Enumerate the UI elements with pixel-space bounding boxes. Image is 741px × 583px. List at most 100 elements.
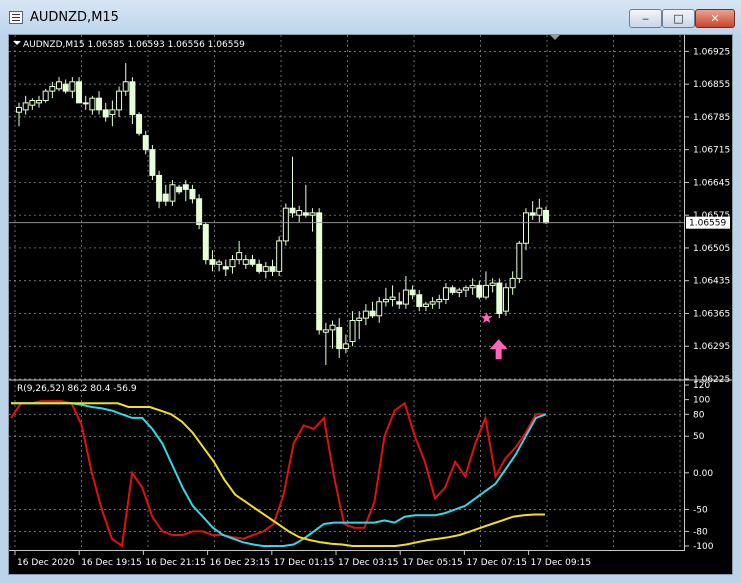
candle-bull [16,107,22,113]
time-tick-label: 17 Dec 03:15 [338,558,399,568]
candle-bull [309,212,316,216]
candle-bull [482,284,489,298]
price-panel-header: AUDNZD,M15 1.06585 1.06593 1.06556 1.065… [23,40,245,50]
candle-bull [49,85,56,92]
candle-bull [89,97,96,111]
price-tick-label: 1.06715 [693,146,730,156]
candle-bull [82,102,89,105]
candle-bull [442,287,449,300]
candle-bear [476,284,483,298]
candle-bear [409,289,416,296]
price-axis: 1.06925 1.06855 1.06785 1.06715 1.06645 1.065… [685,47,730,385]
window-title: AUDNZD,M15 [30,10,119,25]
candle-bull [329,324,336,331]
candle-bear [136,114,143,134]
oscillator-tick-label: 0.00 [693,469,713,479]
candle-bear [196,198,203,226]
oscillator-tick-label: 50 [693,432,705,442]
candle-bear [162,193,169,202]
candle-bull [376,301,383,317]
price-tick-label: 1.06505 [693,244,730,254]
candle-bull [469,284,476,289]
candle-bull [42,90,49,102]
app-window-icon[interactable] [9,11,23,24]
time-tick-label: 16 Dec 2020 [17,558,75,568]
candle-bull [276,240,283,272]
candle-bear [182,184,189,190]
candle-bear [149,149,156,176]
candle-bear [102,109,109,118]
time-tick-label: 17 Dec 05:15 [402,558,463,568]
window-titlebar[interactable]: AUDNZD,M15 ‒ □ ✕ [0,0,741,36]
candle-bear [129,81,136,116]
candle-bear [176,186,183,193]
price-tick-label: 1.06925 [693,47,730,57]
time-axis: 16 Dec 2020 16 Dec 19:15 16 Dec 21:15 16 De… [14,550,591,568]
candle-bull [36,100,43,104]
candle-bear [202,224,209,261]
candle-bear [142,135,149,151]
candle-bull [236,252,243,261]
time-tick-label: 17 Dec 01:15 [274,558,335,568]
signal-markers [480,312,508,360]
candle-bear [529,212,536,216]
price-tick-label: 1.06295 [693,342,730,352]
candle-bull [536,207,543,216]
candle-bull [436,298,443,303]
candle-bear [62,83,69,92]
oscillator-tick-label: 100 [693,396,710,406]
candle-bear [496,282,503,314]
candle-bull [429,301,436,305]
candle-bear [369,310,376,317]
time-tick-label: 16 Dec 23:15 [210,558,271,568]
candle-bull [322,329,329,333]
candle-bull [342,343,349,350]
candle-bear [449,287,456,293]
candle-bear [249,259,256,265]
candle-bull [509,277,516,289]
chart-menu-triangle-icon[interactable] [13,41,21,45]
time-tick-label: 17 Dec 07:15 [466,558,527,568]
oscillator-tick-label: -100 [693,542,714,552]
candle-bear [256,263,263,272]
minimize-button[interactable]: ‒ [629,9,662,28]
candle-bull [389,296,396,300]
price-tick-label: 1.06365 [693,309,730,319]
candle-bull [116,90,123,111]
candle-bull [422,303,429,307]
candle-bull [462,287,469,291]
candle-bear [336,327,343,350]
close-button[interactable]: ✕ [695,9,735,28]
candle-bull [502,287,509,312]
candle-bull [109,109,116,116]
oscillator-tick-label: -80 [693,527,708,537]
candlestick-series [16,63,549,365]
candle-bull [22,102,29,111]
current-price-label: 1.06559 [689,219,726,229]
chart-canvas[interactable]: 1.06925 1.06855 1.06785 1.06715 1.06645 1.065… [9,35,732,574]
candle-bull [516,242,523,279]
candle-bull [349,319,356,343]
price-tick-label: 1.06785 [693,113,730,123]
price-tick-label: 1.06645 [693,178,730,188]
candle-bull [262,266,269,272]
time-tick-label: 16 Dec 19:15 [81,558,142,568]
oscillator-tick-label: 120 [693,381,710,391]
price-tick-label: 1.06855 [693,80,730,90]
candle-bear [302,212,309,216]
shift-marker-icon[interactable] [550,35,560,40]
candle-bull [122,81,129,92]
candle-bear [96,97,103,111]
time-tick-label: 16 Dec 21:15 [145,558,206,568]
oscillator-axis: 120 100 80 50 0.00 -50 -80 -100 [685,381,714,552]
candle-bull [229,259,236,268]
candle-bull [296,210,303,216]
candle-bull [522,212,529,244]
oscillator-panel-header: R(9,26,52) 86.2 80.4 -56.9 [17,384,137,394]
candle-bear [543,210,549,224]
candle-bull [489,282,496,286]
candle-bull [29,100,36,106]
maximize-button[interactable]: □ [662,9,695,28]
chart-window[interactable]: 1.06925 1.06855 1.06785 1.06715 1.06645 1.065… [8,34,733,575]
candle-bear [76,81,83,104]
